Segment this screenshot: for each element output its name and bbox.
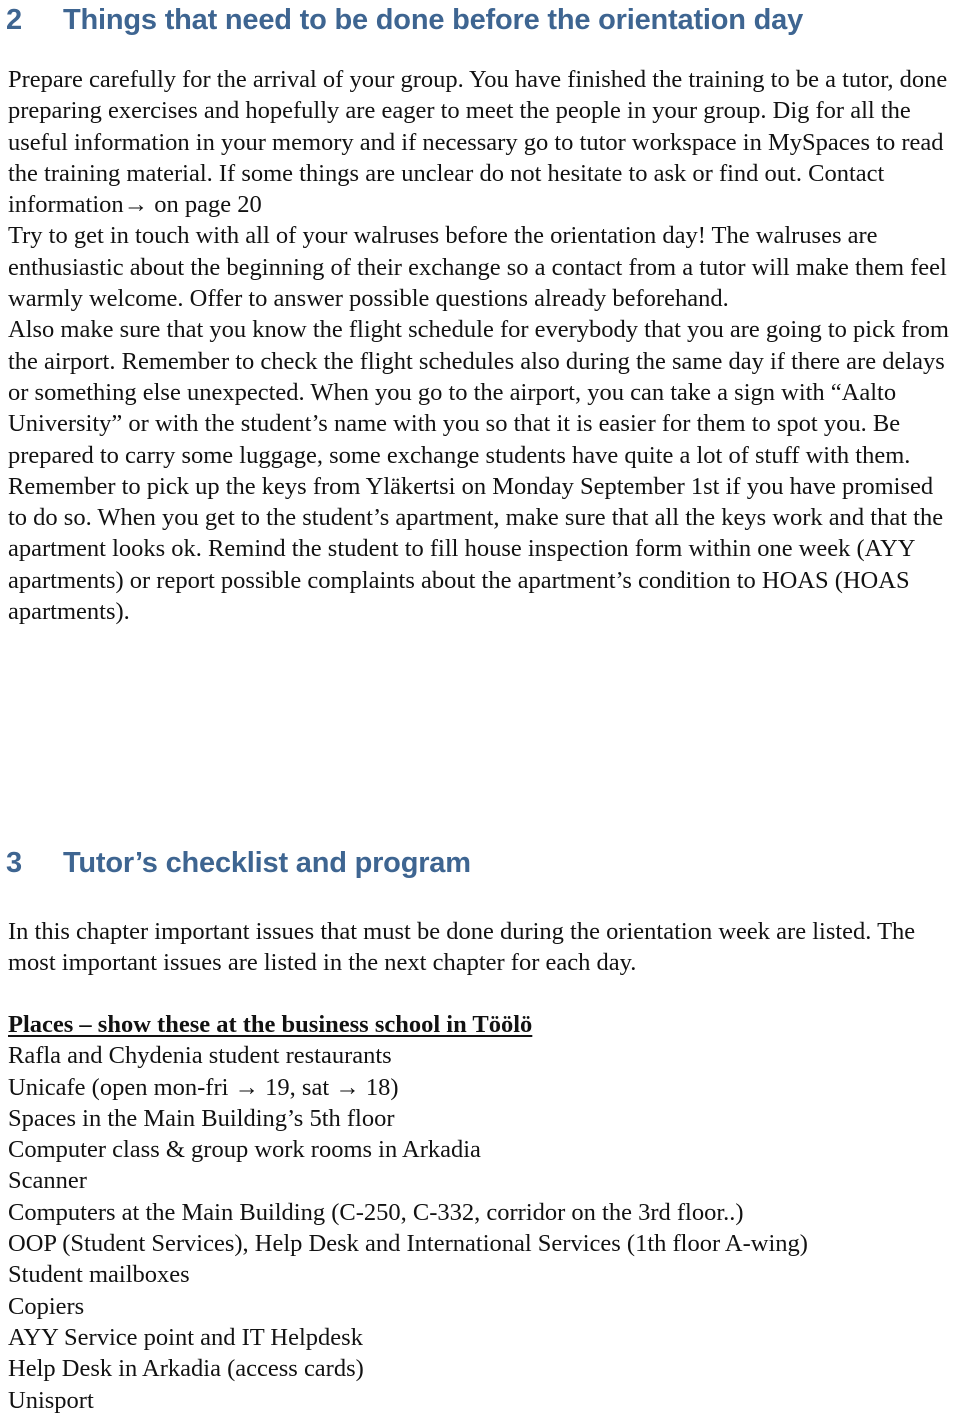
section-2-body: Prepare carefully for the arrival of you… (8, 64, 954, 627)
section-3-body: In this chapter important issues that mu… (8, 916, 954, 979)
list-item: Student mailboxes (8, 1261, 190, 1289)
list-item: Unisport (8, 1386, 94, 1414)
list-item: Computers at the Main Building (C-250, C… (8, 1198, 744, 1226)
list-item: Copiers (8, 1292, 85, 1320)
list-item: Unicafe (open mon-fri → 19, sat → 18) (8, 1073, 399, 1101)
list-item: Rafla and Chydenia student restaurants (8, 1042, 392, 1070)
paragraph-flight-airport: Also make sure that you know the flight … (8, 316, 949, 469)
places-list: Rafla and Chydenia student restaurants U… (8, 1040, 954, 1416)
list-item: Help Desk in Arkadia (access cards) (8, 1355, 364, 1383)
places-heading: Places – show these at the business scho… (8, 1011, 533, 1038)
section-2-title: Things that need to be done before the o… (63, 4, 804, 36)
section-3-number: 3 (6, 847, 22, 879)
paragraph-keys-apartment: Remember to pick up the keys from Yläker… (8, 472, 944, 626)
document-page: 2 Things that need to be done before the… (0, 0, 960, 1421)
section-3-heading: 3 Tutor’s checklist and program (6, 845, 471, 881)
section-2-heading: 2 Things that need to be done before the… (6, 2, 803, 38)
section-2-number: 2 (6, 4, 22, 36)
list-item: Spaces in the Main Building’s 5th floor (8, 1104, 395, 1132)
places-heading-wrap: Places – show these at the business scho… (8, 1009, 954, 1040)
paragraph-intro: Prepare carefully for the arrival of you… (8, 66, 948, 219)
list-item: AYY Service point and IT Helpdesk (8, 1323, 363, 1351)
list-item: OOP (Student Services), Help Desk and In… (8, 1230, 808, 1258)
places-section: Places – show these at the business scho… (8, 1009, 954, 1416)
paragraph-chapter-intro: In this chapter important issues that mu… (8, 918, 916, 977)
paragraph-contact-walruses: Try to get in touch with all of your wal… (8, 222, 947, 313)
section-3-title: Tutor’s checklist and program (63, 847, 471, 879)
list-item: Computer class & group work rooms in Ark… (8, 1136, 481, 1164)
list-item: Scanner (8, 1167, 87, 1195)
